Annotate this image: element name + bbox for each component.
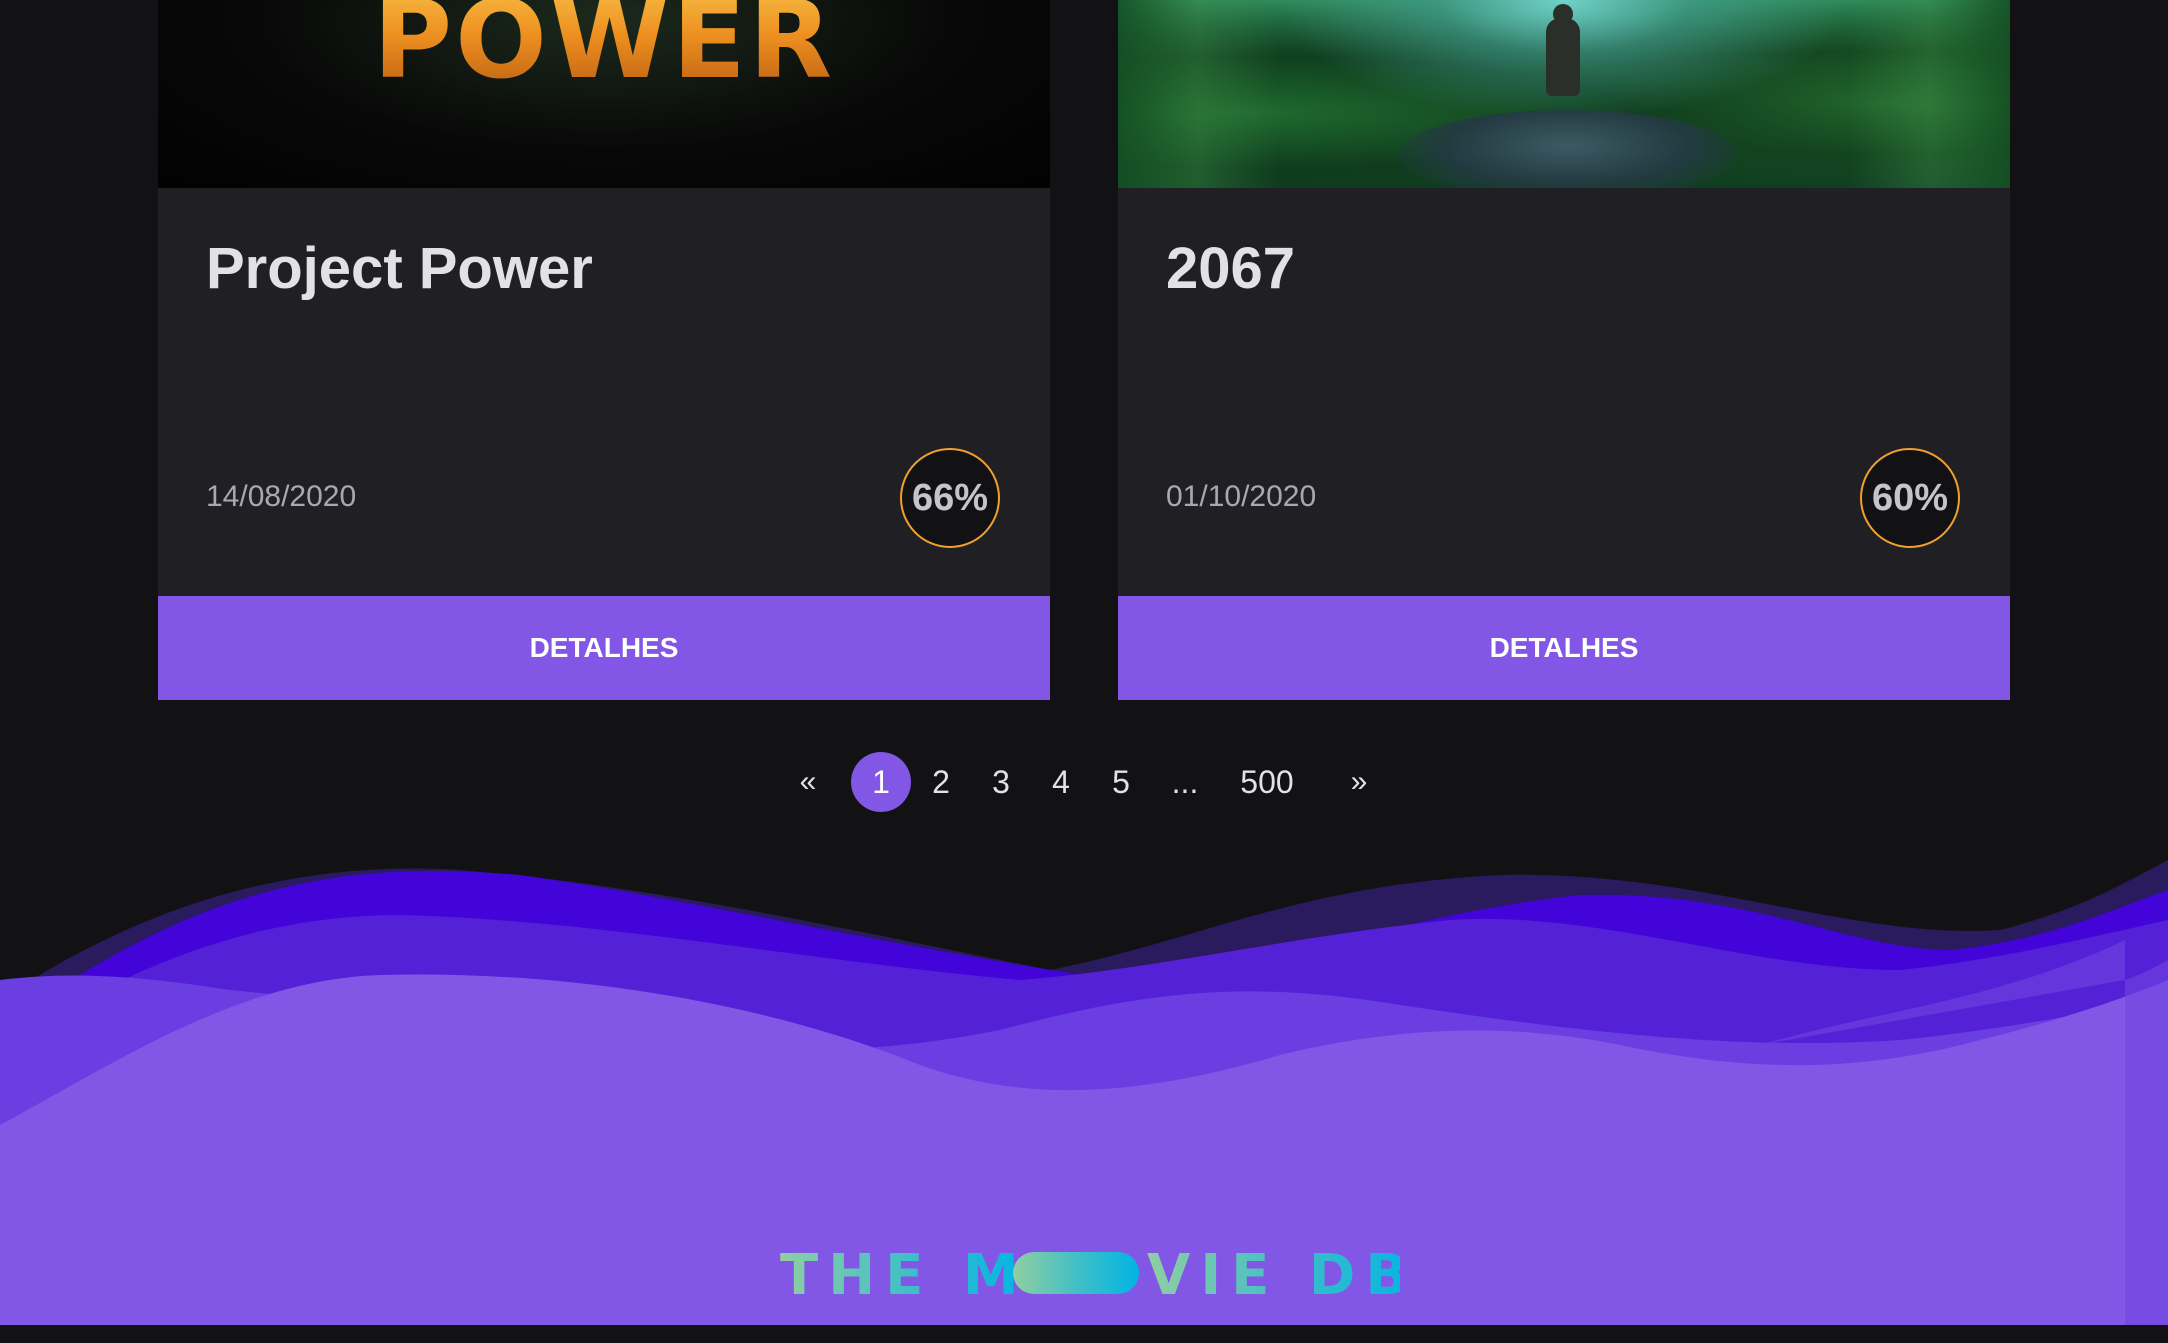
poster-jungle-left xyxy=(1118,0,1278,188)
details-button[interactable]: DETALHES xyxy=(1118,596,2010,700)
poster-title-text: POWER xyxy=(158,0,1050,103)
pagination-page-last[interactable]: 500 xyxy=(1232,752,1302,812)
details-button[interactable]: DETALHES xyxy=(158,596,1050,700)
footer-bottom-bar xyxy=(0,1325,2168,1343)
svg-text:THE M: THE M xyxy=(780,1243,1029,1308)
poster-jungle-right xyxy=(1850,0,2010,188)
movie-poster[interactable] xyxy=(1118,0,2010,188)
score-badge: 60% xyxy=(1860,448,1960,548)
pagination-page-4[interactable]: 4 xyxy=(1041,752,1081,812)
tmdb-logo-svg: THE M VIE DB xyxy=(780,1243,1400,1308)
release-date: 14/08/2020 xyxy=(206,480,357,513)
poster-rocks xyxy=(1398,110,1738,188)
pagination-page-3[interactable]: 3 xyxy=(981,752,1021,812)
pagination-page-2[interactable]: 2 xyxy=(921,752,961,812)
pagination-page-1[interactable]: 1 xyxy=(851,752,911,812)
score-badge: 66% xyxy=(900,448,1000,548)
release-date: 01/10/2020 xyxy=(1166,480,1317,513)
svg-text:VIE DB: VIE DB xyxy=(1147,1243,1400,1308)
pagination-next[interactable]: » xyxy=(1341,752,1377,812)
poster-figure xyxy=(1546,4,1580,96)
movie-card: 2067 01/10/2020 60% DETALHES xyxy=(1118,0,2010,700)
pagination-ellipsis: ... xyxy=(1171,764,1199,800)
pagination-prev[interactable]: « xyxy=(790,752,826,812)
movie-poster[interactable]: POWER xyxy=(158,0,1050,188)
movie-title: 2067 xyxy=(1166,236,1296,301)
page: POWER Project Power 14/08/2020 66% DETAL… xyxy=(0,0,2168,1343)
movie-card: POWER Project Power 14/08/2020 66% DETAL… xyxy=(158,0,1050,700)
movie-title: Project Power xyxy=(206,236,593,301)
pagination: « 1 2 3 4 5 ... 500 » xyxy=(0,752,2168,812)
tmdb-logo[interactable]: THE M VIE DB xyxy=(780,1238,1400,1308)
pagination-page-5[interactable]: 5 xyxy=(1101,752,1141,812)
